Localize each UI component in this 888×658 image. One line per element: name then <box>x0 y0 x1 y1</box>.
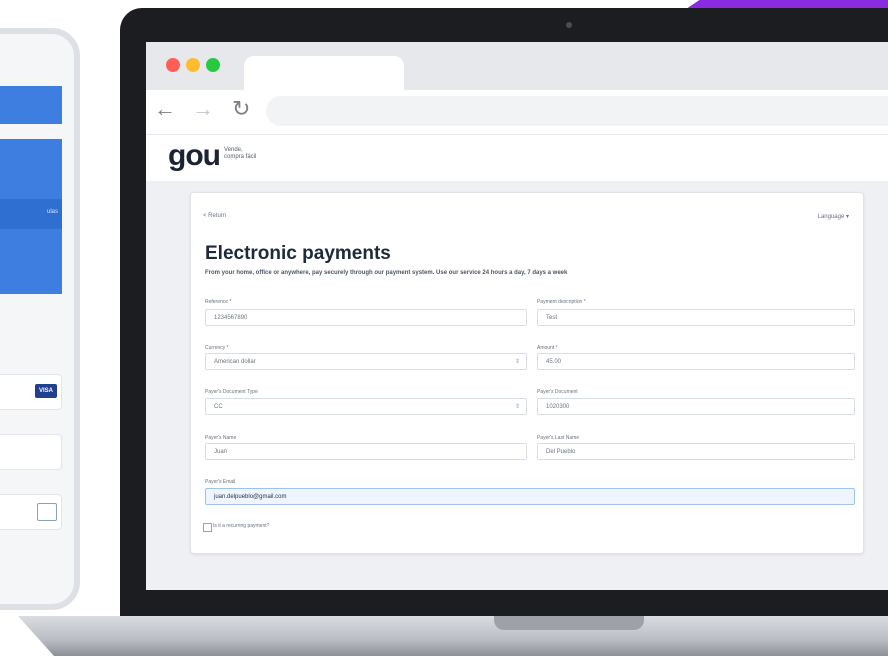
return-link[interactable]: < Return <box>203 213 226 219</box>
payment-form-card: < Return Language ▾ Electronic payments … <box>190 192 864 554</box>
reference-input[interactable]: 1234567890 <box>205 309 527 326</box>
laptop-screen: ← → ↻ gou Vende, compra fácil < Return L… <box>146 42 888 590</box>
site-header: gou Vende, compra fácil <box>146 135 888 181</box>
payment-description-label: Payment description * <box>537 299 586 305</box>
reference-label: Reference * <box>205 299 232 305</box>
document-input[interactable]: 1020300 <box>537 398 855 415</box>
tagline-line-1: Vende, <box>224 147 243 153</box>
browser-navbar: ← → ↻ <box>146 90 888 135</box>
last-name-input[interactable]: Del Pueblo <box>537 443 855 460</box>
phone-payment-card-empty[interactable] <box>0 434 62 470</box>
language-selector[interactable]: Language ▾ <box>818 213 849 220</box>
phone-header-bar <box>0 86 62 124</box>
select-arrows-icon: ⇕ <box>514 404 520 410</box>
page-title: Electronic payments <box>205 243 391 264</box>
credit-card-icon <box>37 503 57 521</box>
arrow-right-icon[interactable]: → <box>192 96 214 122</box>
laptop-base <box>18 616 888 656</box>
phone-mockup: ulas VISA <box>0 28 80 610</box>
doc-type-value: CC <box>214 404 223 410</box>
gou-logo[interactable]: gou <box>168 139 221 173</box>
currency-label: Currency * <box>205 345 229 351</box>
arrow-left-icon[interactable]: ← <box>154 96 176 122</box>
currency-value: American dollar <box>214 359 256 365</box>
last-name-label: Payer's Last Name <box>537 435 580 441</box>
doc-type-label: Payer's Document Type <box>205 389 258 395</box>
browser-titlebar <box>146 42 888 90</box>
phone-stripe: ulas <box>0 199 62 229</box>
email-label: Payer's Email <box>205 479 236 485</box>
amount-input[interactable]: 45.00 <box>537 353 855 370</box>
address-bar[interactable] <box>266 96 888 126</box>
name-input[interactable]: Juan <box>205 443 527 460</box>
laptop-notch <box>494 616 644 630</box>
reload-icon[interactable]: ↻ <box>232 96 250 122</box>
browser-tab[interactable] <box>244 56 404 90</box>
page-subtitle: From your home, office or anywhere, pay … <box>205 270 568 276</box>
phone-blue-panel: ulas <box>0 139 62 294</box>
close-window-dot[interactable] <box>166 58 180 72</box>
amount-label: Amount * <box>537 345 558 351</box>
name-label: Payer's Name <box>205 435 237 441</box>
select-arrows-icon: ⇕ <box>514 359 520 365</box>
document-label: Payer's Document <box>537 389 578 395</box>
recurring-label: Is it a recurring payment? <box>213 523 270 529</box>
email-input[interactable]: juan.delpueblo@gmail.com <box>205 488 855 505</box>
doc-type-select[interactable]: CC ⇕ <box>205 398 527 415</box>
payment-description-input[interactable]: Test <box>537 309 855 326</box>
maximize-window-dot[interactable] <box>206 58 220 72</box>
recurring-checkbox[interactable] <box>203 523 212 532</box>
webcam-icon <box>566 22 572 28</box>
phone-stripe-text: ulas <box>46 209 58 215</box>
tagline-line-2: compra fácil <box>224 154 257 160</box>
phone-payment-card-visa[interactable]: VISA <box>0 374 62 410</box>
minimize-window-dot[interactable] <box>186 58 200 72</box>
phone-payment-card-bank[interactable] <box>0 494 62 530</box>
currency-select[interactable]: American dollar ⇕ <box>205 353 527 370</box>
site-tagline: Vende, compra fácil <box>224 147 256 161</box>
visa-icon: VISA <box>35 384 57 398</box>
